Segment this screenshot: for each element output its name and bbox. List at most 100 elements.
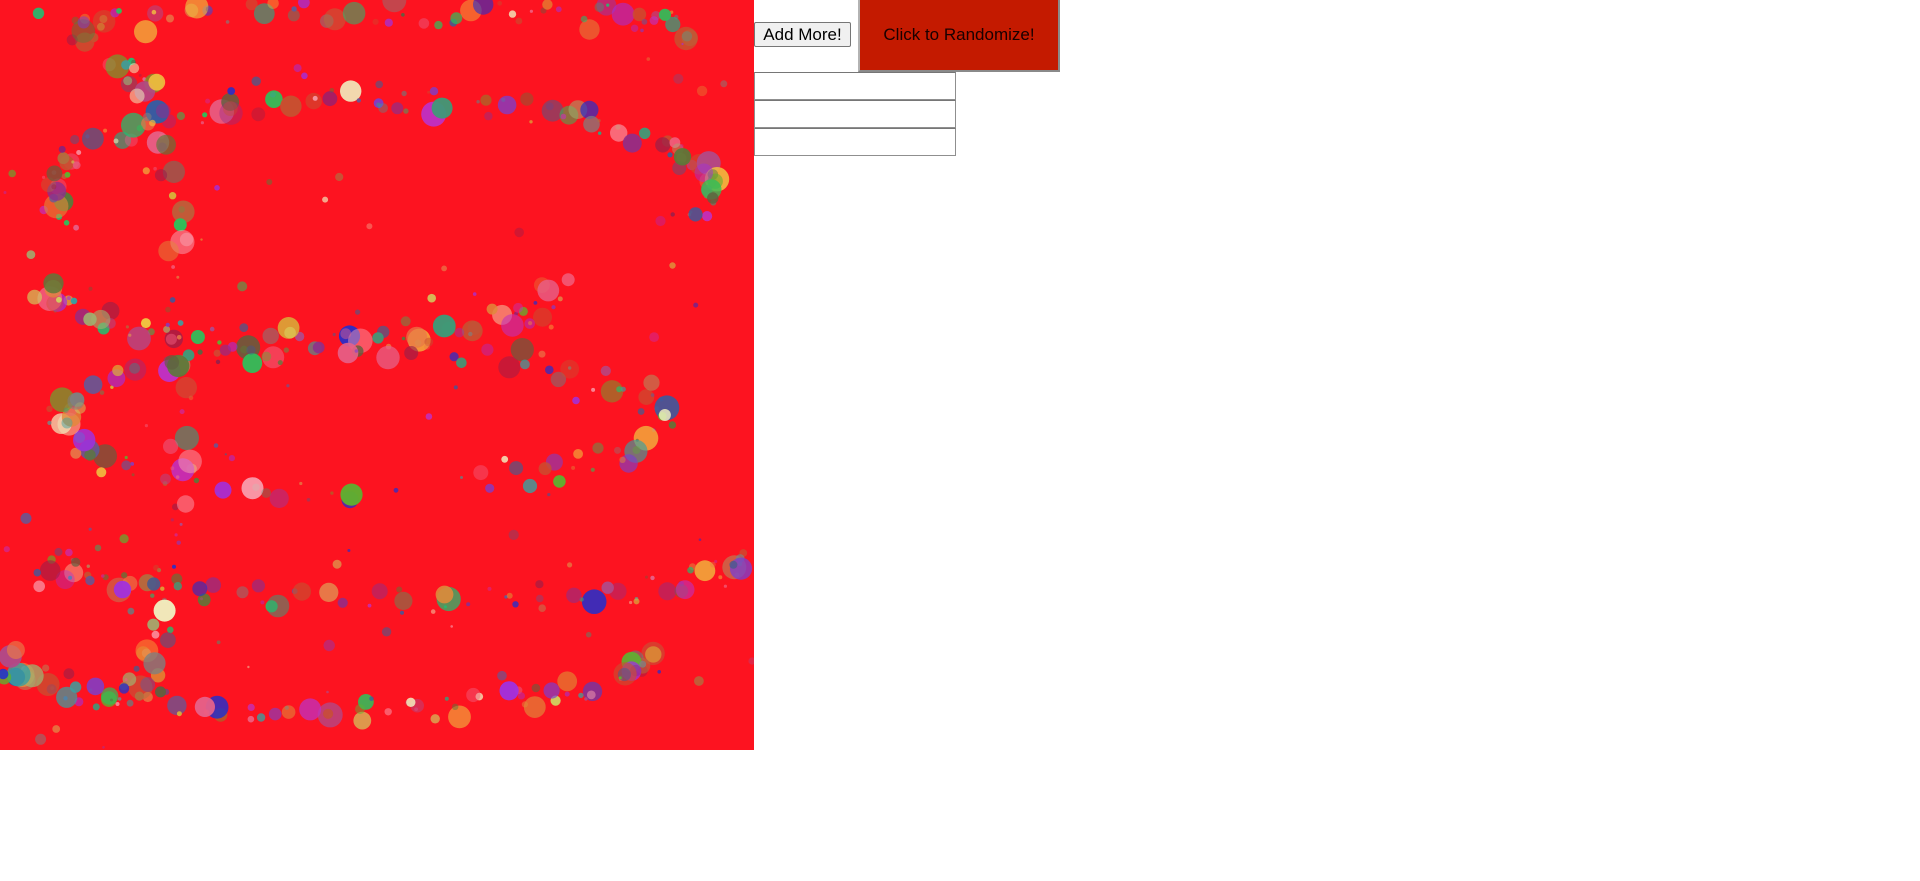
particle-dot bbox=[486, 303, 498, 315]
particle-dot bbox=[66, 296, 71, 301]
particle-dot bbox=[260, 600, 265, 605]
particle-dot bbox=[256, 713, 266, 722]
particle-dot bbox=[481, 343, 494, 356]
particle-dot bbox=[509, 461, 524, 476]
particle-dot bbox=[72, 161, 81, 170]
particle-dot bbox=[174, 425, 199, 451]
particle-dot bbox=[160, 586, 165, 591]
particle-dot bbox=[649, 16, 659, 25]
particle-dot bbox=[85, 134, 90, 139]
particle-dot bbox=[176, 335, 182, 340]
particle-dot bbox=[20, 512, 32, 524]
particle-dot bbox=[140, 318, 151, 329]
particle-canvas[interactable] bbox=[0, 0, 754, 750]
particle-dot bbox=[134, 20, 158, 44]
particle-dot bbox=[638, 389, 655, 405]
particle-dot bbox=[251, 107, 266, 122]
text-field-2[interactable] bbox=[754, 100, 956, 128]
particle-dot bbox=[168, 192, 177, 200]
particle-dot bbox=[586, 690, 596, 700]
particle-dot bbox=[205, 577, 221, 593]
particle-dot bbox=[497, 95, 517, 115]
particle-dot bbox=[176, 275, 180, 279]
particle-dot bbox=[158, 240, 179, 262]
particle-dot bbox=[242, 353, 263, 373]
particle-dot bbox=[299, 698, 322, 721]
particle-dot bbox=[452, 703, 459, 710]
particle-dot bbox=[85, 575, 95, 586]
particle-dot bbox=[239, 323, 249, 332]
particle-dot bbox=[247, 715, 255, 723]
particle-dot bbox=[611, 2, 635, 26]
text-field-1[interactable] bbox=[754, 72, 956, 100]
particle-dot bbox=[443, 605, 447, 609]
particle-dot bbox=[202, 112, 208, 118]
particle-dot bbox=[266, 179, 273, 185]
particle-dot bbox=[400, 316, 411, 327]
particle-dot bbox=[513, 302, 524, 313]
particle-dot bbox=[169, 297, 176, 303]
particle-dot bbox=[47, 420, 52, 425]
particle-dot bbox=[551, 305, 556, 310]
particle-dot bbox=[430, 714, 440, 724]
particle-dot bbox=[645, 575, 648, 579]
particle-dot bbox=[32, 7, 45, 19]
particle-dot bbox=[262, 327, 279, 345]
particle-dot bbox=[113, 138, 119, 144]
particle-dot bbox=[501, 455, 509, 463]
particle-dot bbox=[143, 112, 152, 122]
particle-dot bbox=[160, 473, 171, 485]
particle-dot bbox=[136, 125, 144, 132]
particle-dot bbox=[454, 327, 465, 338]
particle-dot bbox=[124, 678, 128, 682]
particle-dot bbox=[156, 134, 177, 155]
add-more-button[interactable]: Add More! bbox=[754, 22, 851, 47]
particle-dot bbox=[533, 307, 552, 327]
particle-dot bbox=[729, 560, 738, 569]
particle-dot bbox=[369, 696, 374, 701]
particle-dot bbox=[175, 475, 180, 479]
particle-dot bbox=[396, 586, 403, 593]
particle-dot bbox=[600, 365, 611, 376]
particle-dot bbox=[115, 702, 120, 706]
particle-dot bbox=[430, 609, 436, 614]
particle-dot bbox=[555, 6, 562, 13]
particle-dot bbox=[247, 703, 255, 712]
particle-dot bbox=[637, 408, 645, 415]
particle-dot bbox=[223, 101, 238, 116]
particle-dot bbox=[529, 120, 533, 124]
particle-dot bbox=[581, 589, 607, 614]
particle-dot bbox=[193, 477, 200, 484]
particle-dot bbox=[571, 465, 576, 470]
particle-dot bbox=[160, 632, 176, 648]
particle-dot bbox=[391, 102, 404, 115]
particle-dot bbox=[101, 574, 105, 578]
particle-dot bbox=[3, 546, 10, 553]
particle-dot bbox=[681, 29, 699, 47]
particle-dot bbox=[497, 670, 507, 681]
particle-dot bbox=[547, 493, 551, 497]
particle-dot bbox=[450, 12, 463, 25]
particle-dot bbox=[566, 587, 582, 603]
text-field-3[interactable] bbox=[754, 128, 956, 156]
particle-dot bbox=[165, 333, 177, 345]
particle-dot bbox=[165, 306, 171, 313]
particle-dot bbox=[103, 128, 108, 133]
particle-dot bbox=[142, 167, 150, 175]
particle-dot bbox=[52, 725, 61, 733]
particle-dot bbox=[173, 218, 187, 232]
particle-dot bbox=[674, 14, 679, 20]
randomize-button[interactable]: Click to Randomize! bbox=[858, 0, 1060, 72]
particle-dot bbox=[56, 296, 62, 303]
particle-dot bbox=[277, 360, 283, 366]
particle-canvas-area[interactable] bbox=[0, 0, 754, 750]
particle-dot bbox=[367, 603, 372, 608]
particle-dot bbox=[192, 581, 208, 597]
particle-dot bbox=[147, 618, 160, 631]
particle-dot bbox=[427, 293, 437, 303]
particle-dot bbox=[353, 711, 372, 730]
particle-dot bbox=[639, 660, 647, 668]
particle-dot bbox=[165, 322, 170, 327]
particle-dot bbox=[126, 699, 134, 707]
particle-dot bbox=[76, 150, 82, 155]
